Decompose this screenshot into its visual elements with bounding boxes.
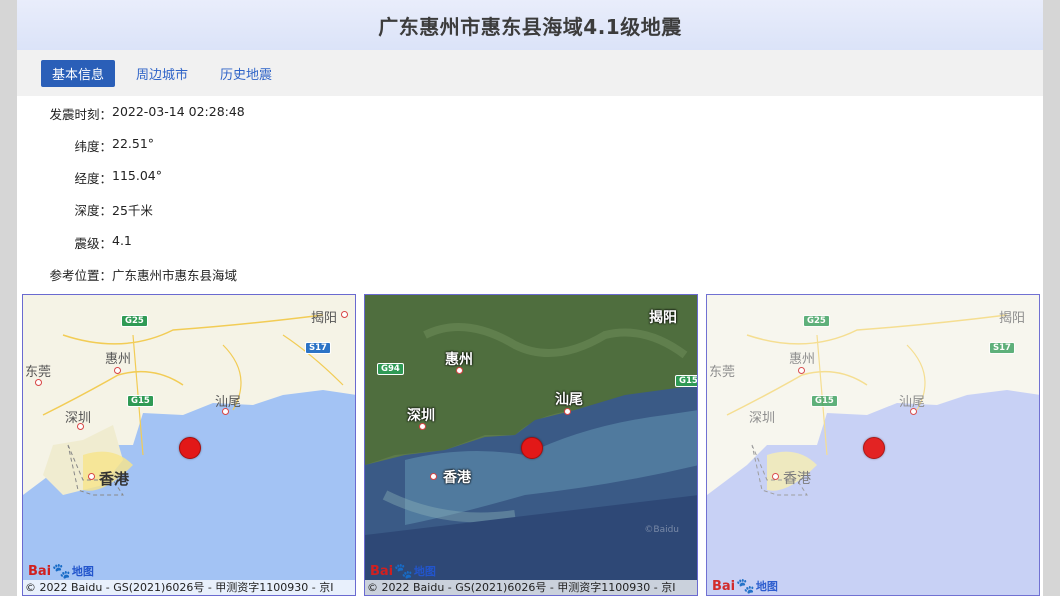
city-marker	[88, 473, 95, 480]
city-marker	[35, 379, 42, 386]
city-label-jieyang: 揭阳	[999, 311, 1026, 326]
paw-icon: 🐾	[394, 562, 413, 580]
city-marker	[772, 473, 779, 480]
page: 广东惠州市惠东县海域4.1级地震 基本信息 周边城市 历史地震 发震时刻： 20…	[17, 0, 1043, 596]
magnitude-value: 4.1	[112, 233, 132, 248]
tab-history-quakes[interactable]: 历史地震	[209, 60, 283, 87]
magnitude-label: 震级：	[74, 236, 112, 251]
tab-nearby-cities[interactable]: 周边城市	[125, 60, 199, 87]
time-label: 发震时刻：	[49, 107, 112, 122]
baidu-logo-text: Bai	[712, 578, 736, 594]
map-satellite[interactable]: 揭阳 G94 G15 惠州 汕尾 深圳 香港 ©Baidu Bai 🐾 地图 © 2…	[364, 294, 698, 596]
city-marker	[456, 367, 463, 374]
title-bar: 广东惠州市惠东县海域4.1级地震	[17, 0, 1043, 50]
city-marker	[419, 423, 426, 430]
city-label-huizhou: 惠州	[445, 352, 473, 368]
city-marker	[910, 408, 917, 415]
city-label-shanwei: 汕尾	[555, 392, 583, 408]
baidu-map-logo: Bai 🐾 地图	[712, 577, 778, 595]
paw-icon: 🐾	[736, 577, 755, 595]
road-badge-g94: G94	[377, 363, 404, 375]
tab-basic-info[interactable]: 基本信息	[41, 59, 116, 87]
city-marker	[430, 473, 437, 480]
location-label: 参考位置：	[49, 268, 112, 283]
location-value: 广东惠州市惠东县海域	[112, 268, 238, 283]
road-badge-g15: G15	[127, 395, 154, 407]
paw-icon: 🐾	[52, 562, 71, 580]
page-title: 广东惠州市惠东县海域4.1级地震	[378, 14, 682, 39]
depth-value: 25千米	[112, 203, 153, 218]
info-row-location: 参考位置： 广东惠州市惠东县海域	[17, 265, 237, 284]
map-strip: 揭阳 G25 S17 惠州 东莞 G15 汕尾 深圳 香港 Bai 🐾 地图 © 2…	[22, 294, 1040, 596]
baidu-logo-suffix: 地图	[755, 580, 778, 593]
baidu-map-logo: Bai 🐾 地图	[28, 562, 94, 580]
city-label-hongkong: 香港	[783, 471, 811, 487]
city-marker	[114, 367, 121, 374]
city-label-shenzhen: 深圳	[407, 408, 435, 424]
tab-bar: 基本信息 周边城市 历史地震	[17, 50, 1043, 96]
baidu-logo-text: Bai	[28, 563, 52, 579]
info-row-time: 发震时刻： 2022-03-14 02:28:48	[17, 104, 245, 123]
longitude-value: 115.04°	[112, 168, 162, 183]
city-label-hongkong: 香港	[443, 470, 471, 486]
city-label-huizhou: 惠州	[105, 352, 132, 367]
info-row-depth: 深度： 25千米	[17, 200, 153, 219]
city-marker	[564, 408, 571, 415]
map-standard-faded[interactable]: 揭阳 G25 S17 惠州 东莞 G15 汕尾 深圳 香港 Bai 🐾 地图	[706, 294, 1040, 596]
satellite-watermark: ©Baidu	[644, 525, 679, 535]
map-standard[interactable]: 揭阳 G25 S17 惠州 东莞 G15 汕尾 深圳 香港 Bai 🐾 地图 © 2…	[22, 294, 356, 596]
road-badge-g25: G25	[121, 315, 148, 327]
city-label-shenzhen: 深圳	[749, 411, 776, 426]
city-marker	[341, 311, 348, 318]
city-marker	[77, 423, 84, 430]
city-label-jieyang: 揭阳	[649, 310, 677, 326]
city-label-hongkong: 香港	[99, 470, 130, 488]
depth-label: 深度：	[74, 203, 112, 218]
road-badge-g15: G15	[811, 395, 838, 407]
city-label-huizhou: 惠州	[789, 352, 816, 367]
baidu-logo-text: Bai	[370, 563, 394, 579]
city-label-dongguan: 东莞	[709, 365, 736, 380]
map-copyright: © 2022 Baidu - GS(2021)6026号 - 甲测资字11009…	[23, 580, 355, 595]
info-row-latitude: 纬度： 22.51°	[17, 136, 154, 155]
city-label-shanwei: 汕尾	[215, 395, 242, 410]
baidu-map-logo: Bai 🐾 地图	[370, 562, 436, 580]
city-label-dongguan: 东莞	[25, 365, 52, 380]
baidu-logo-suffix: 地图	[413, 565, 436, 578]
map-copyright: © 2022 Baidu - GS(2021)6026号 - 甲测资字11009…	[365, 580, 697, 595]
road-badge-s17: S17	[989, 342, 1015, 354]
latitude-label: 纬度：	[74, 139, 112, 154]
road-badge-s17: S17	[305, 342, 331, 354]
time-value: 2022-03-14 02:28:48	[112, 104, 245, 119]
baidu-logo-suffix: 地图	[71, 565, 94, 578]
epicenter-marker[interactable]	[863, 437, 885, 459]
info-row-magnitude: 震级： 4.1	[17, 233, 132, 252]
road-badge-g25: G25	[803, 315, 830, 327]
city-label-jieyang: 揭阳	[311, 311, 338, 326]
road-badge-g15: G15	[675, 375, 697, 387]
epicenter-marker[interactable]	[521, 437, 543, 459]
latitude-value: 22.51°	[112, 136, 155, 151]
info-row-longitude: 经度： 115.04°	[17, 168, 162, 187]
longitude-label: 经度：	[74, 171, 112, 186]
city-marker	[798, 367, 805, 374]
city-marker	[222, 408, 229, 415]
epicenter-marker[interactable]	[179, 437, 201, 459]
